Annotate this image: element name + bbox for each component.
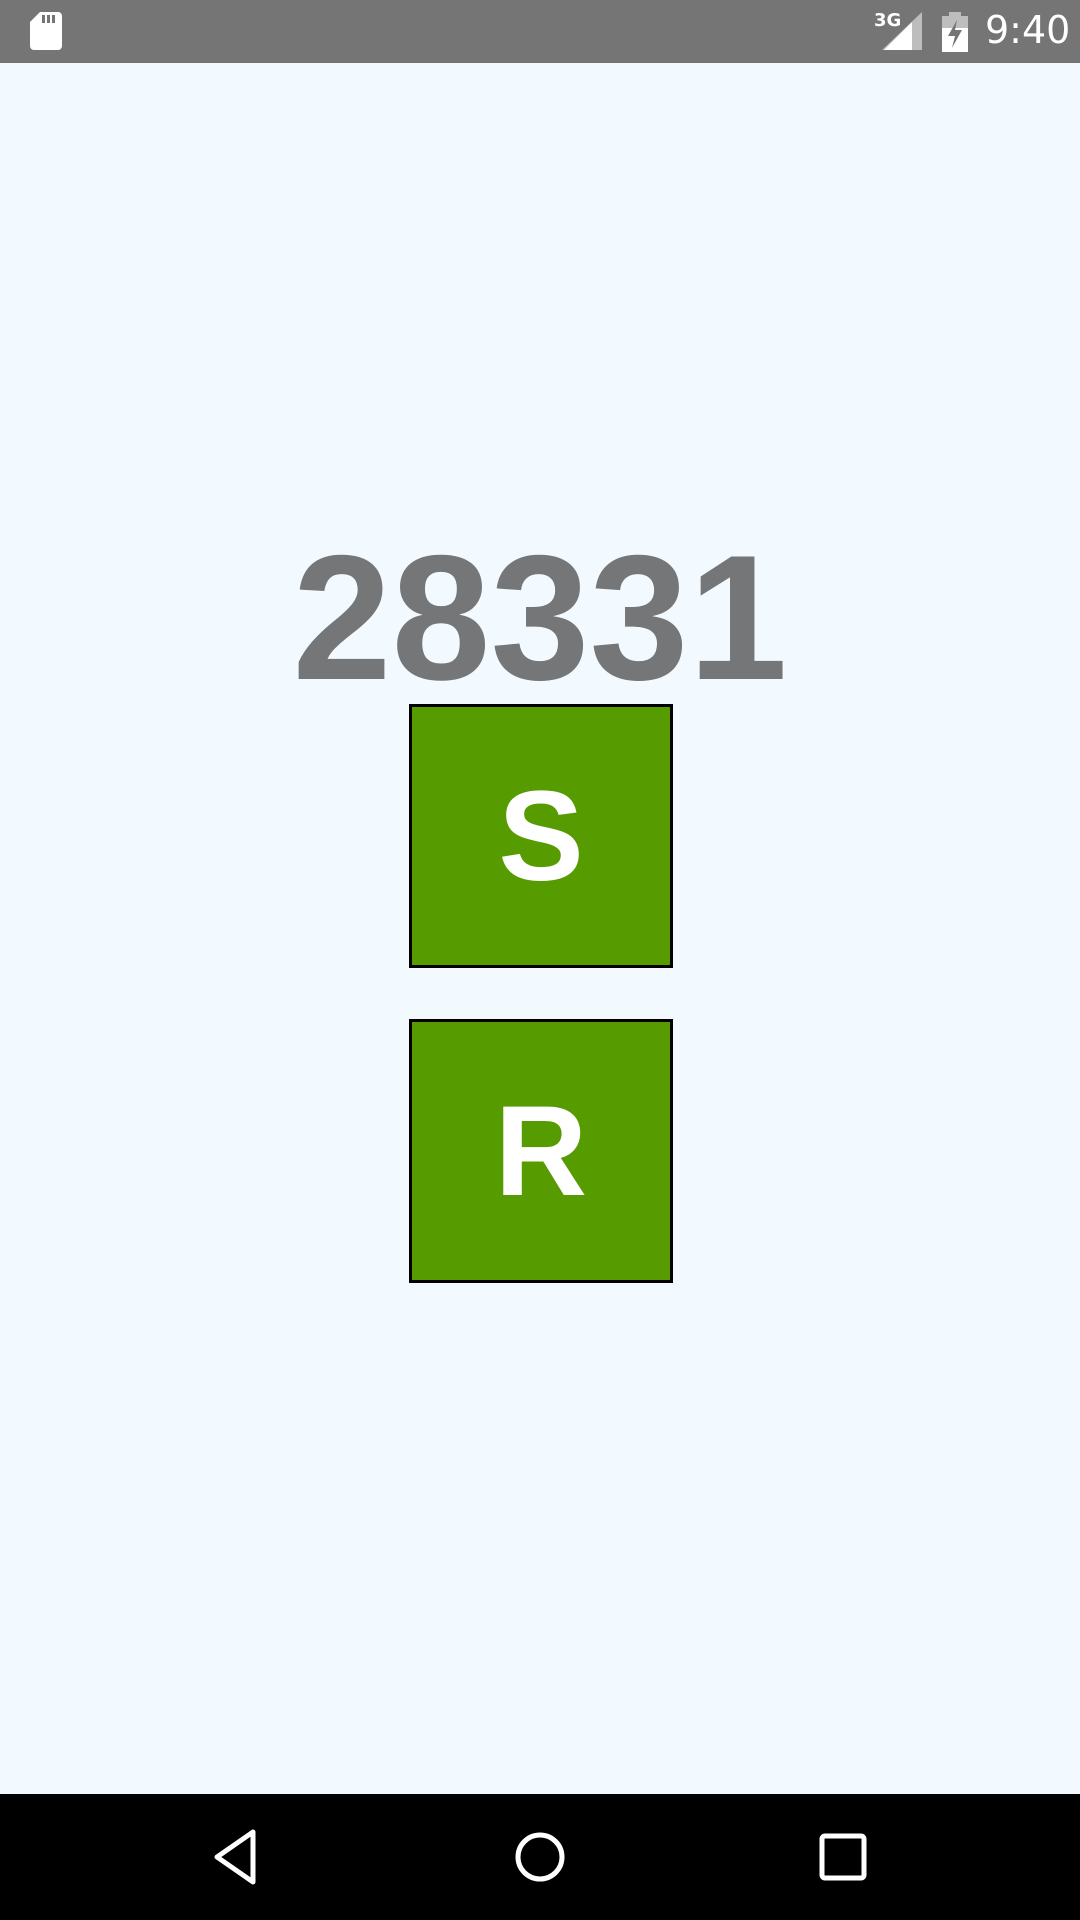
clock: 9:40 <box>985 8 1071 52</box>
sd-card-icon <box>30 12 62 50</box>
status-bar: 3G 9:40 <box>0 0 1080 63</box>
recents-icon[interactable] <box>810 1824 876 1890</box>
home-icon[interactable] <box>507 1824 573 1890</box>
signal-icon <box>882 12 922 50</box>
battery-charging-icon <box>942 12 968 52</box>
r-button[interactable]: R <box>409 1019 673 1283</box>
navigation-bar <box>0 1794 1080 1920</box>
back-icon[interactable] <box>203 1824 269 1890</box>
s-button[interactable]: S <box>409 704 673 968</box>
counter-value: 28331 <box>292 518 788 717</box>
